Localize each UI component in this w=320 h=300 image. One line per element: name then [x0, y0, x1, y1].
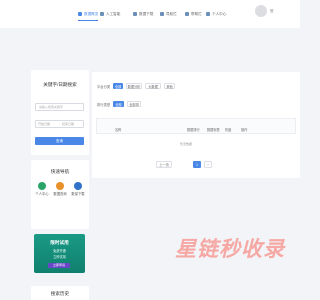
quick-nav-panel: 快速导航 个人中心 数据查询 数量下载 [31, 160, 89, 229]
column-header-tags: 数据标签 [207, 128, 220, 132]
avatar[interactable] [255, 5, 267, 17]
nav-item-ai[interactable]: 人工智能 [100, 9, 120, 19]
nav-item-label: 帮助栏 [191, 11, 202, 16]
nav-item-label: 人工智能 [106, 11, 121, 16]
search-button[interactable]: 查询 [35, 137, 84, 145]
column-header-rank: 数据排行 [187, 128, 200, 132]
prev-page-button[interactable]: 上一页 [156, 161, 172, 168]
search-panel: 关键字/日期搜索 请输入搜索关键字 开始日期 - 结束日期 查询 [31, 70, 89, 155]
quick-nav-title: 快速导航 [50, 169, 70, 174]
nav-item-personal-center[interactable]: 个人中心 [206, 9, 226, 19]
nav-item-label: 个人中心 [212, 11, 227, 16]
nav-square-icon [185, 12, 189, 16]
nav-item-label: 导航栏 [166, 11, 177, 16]
filter-tag-other[interactable]: 其他 [164, 83, 175, 89]
promo-banner[interactable]: 限时试用 免费开通 立即试用 立即申请 [34, 234, 85, 273]
column-header-heat: 热度 [225, 128, 232, 132]
column-header-name: 名称 [115, 128, 122, 132]
watermark-text: 星链秒收录 [175, 237, 285, 261]
quick-nav-download[interactable]: 数量下载 [71, 182, 85, 196]
promo-title: 限时试用 [50, 240, 69, 245]
nav-square-icon [206, 12, 210, 16]
page-number-current[interactable]: 1 [193, 161, 201, 168]
nav-square-icon [133, 12, 137, 16]
nav-item-label: 数据概览 [84, 11, 99, 16]
filter-tag-big-data[interactable]: 大数据 [145, 83, 161, 89]
quick-nav-label: 数量下载 [71, 192, 85, 196]
column-header-actions: 操作 [241, 128, 248, 132]
promo-button[interactable]: 立即申请 [48, 263, 70, 268]
quick-nav-personal-center[interactable]: 个人中心 [35, 182, 49, 196]
quick-nav-data-query[interactable]: 数据查询 [53, 182, 67, 196]
filter-tag-data-analysis[interactable]: 数据分析 [126, 83, 142, 89]
download-icon [74, 182, 82, 190]
search-history-panel: 搜索历史 [31, 286, 89, 300]
date-range-input[interactable]: 开始日期 - 结束日期 [35, 120, 84, 128]
promo-line-2: 立即试用 [53, 255, 66, 259]
quick-nav-label: 数据查询 [53, 192, 67, 196]
nav-item-navigation[interactable]: 导航栏 [160, 9, 177, 19]
rank-tag-all-rank[interactable]: 全部排 [127, 101, 141, 107]
rank-filter-label: 排行类型 [97, 103, 111, 107]
keyword-input[interactable]: 请输入搜索关键字 [35, 103, 84, 111]
login-link[interactable]: 登 [270, 9, 274, 14]
search-history-title: 搜索历史 [50, 291, 70, 296]
date-separator: - [59, 122, 60, 126]
nav-item-label: 数据下载 [139, 11, 154, 16]
search-icon [56, 182, 64, 190]
search-panel-title: 关键字/日期搜索 [43, 82, 77, 87]
top-nav-bar: 数据概览 人工智能 数据下载 导航栏 帮助栏 个人中心 登 [0, 0, 300, 28]
chevron-right-icon: › [207, 163, 209, 167]
start-date-input[interactable]: 开始日期 [38, 121, 60, 128]
promo-line-1: 免费开通 [53, 249, 66, 253]
nav-square-icon [78, 12, 82, 16]
nav-square-icon [160, 12, 164, 16]
filter-tag-all[interactable]: 全部 [113, 83, 123, 89]
nav-item-help[interactable]: 帮助栏 [185, 9, 202, 19]
nav-square-icon [100, 12, 104, 16]
table-header: 名称 数据排行 数据标签 热度 操作 [96, 118, 296, 134]
nav-item-data-overview[interactable]: 数据概览 [78, 9, 99, 21]
next-page-button[interactable]: › [204, 161, 212, 168]
rank-tag-all[interactable]: 全部 [113, 101, 124, 107]
user-icon [38, 182, 46, 190]
end-date-input[interactable]: 结束日期 [62, 121, 84, 128]
quick-nav-label: 个人中心 [35, 192, 49, 196]
platform-filter-label: 平台分类 [97, 85, 111, 89]
table-empty-text: 暂无数据 [180, 142, 193, 146]
nav-item-data-download[interactable]: 数据下载 [133, 9, 153, 19]
